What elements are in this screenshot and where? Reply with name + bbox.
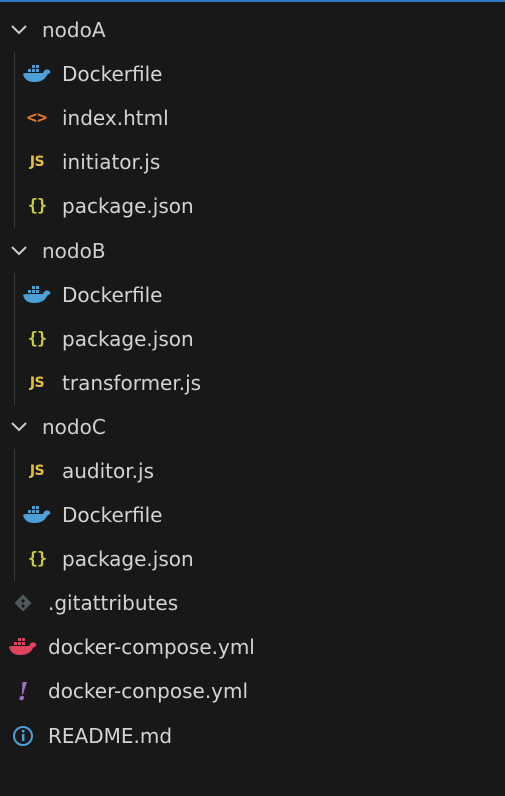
file-label: transformer.js [62, 370, 202, 395]
docker-compose-icon [8, 635, 38, 659]
file-row[interactable]: JS transformer.js [0, 360, 505, 405]
file-row[interactable]: Dockerfile [0, 52, 505, 97]
file-label: docker-conpose.yml [48, 679, 249, 704]
json-icon: {} [27, 549, 47, 570]
folder-nodoA[interactable]: nodoA [0, 8, 505, 52]
file-row[interactable]: {} package.json [0, 537, 505, 582]
yaml-icon: ! [17, 676, 29, 706]
file-row[interactable]: {} package.json [0, 316, 505, 361]
js-icon: JS [29, 462, 45, 479]
file-label: index.html [62, 106, 169, 131]
chevron-down-icon[interactable] [8, 18, 30, 42]
file-label: auditor.js [62, 458, 154, 483]
folder-label: nodoA [42, 18, 106, 43]
js-icon: JS [29, 374, 45, 391]
git-icon [8, 591, 38, 615]
info-icon [8, 724, 38, 748]
file-row[interactable]: Dockerfile [0, 272, 505, 317]
file-label: docker-compose.yml [48, 635, 255, 660]
docker-icon [22, 62, 52, 86]
json-icon: {} [27, 328, 47, 349]
folder-nodoC[interactable]: nodoC [0, 405, 505, 449]
json-icon: {} [27, 196, 47, 217]
docker-icon [22, 283, 52, 307]
folder-label: nodoB [42, 238, 106, 263]
folder-label: nodoC [42, 414, 106, 439]
folder-nodoB[interactable]: nodoB [0, 228, 505, 272]
file-label: initiator.js [62, 150, 161, 175]
file-row[interactable]: docker-compose.yml [0, 625, 505, 669]
file-row[interactable]: {} package.json [0, 184, 505, 229]
file-label: package.json [62, 194, 194, 219]
js-icon: JS [29, 154, 45, 171]
focus-border [0, 0, 505, 2]
chevron-down-icon[interactable] [8, 239, 30, 263]
file-label: .gitattributes [48, 591, 179, 616]
chevron-down-icon[interactable] [8, 415, 30, 439]
html-icon: <> [26, 108, 48, 129]
file-row[interactable]: <> index.html [0, 96, 505, 141]
docker-icon [22, 503, 52, 527]
file-explorer-tree: nodoA Dockerfile <> index.html JS initia… [0, 8, 505, 758]
file-row[interactable]: JS auditor.js [0, 448, 505, 494]
file-row[interactable]: ! docker-conpose.yml [0, 669, 505, 713]
file-label: package.json [62, 547, 194, 572]
file-row[interactable]: JS initiator.js [0, 140, 505, 185]
file-label: Dockerfile [62, 503, 163, 528]
file-label: Dockerfile [62, 282, 163, 307]
file-label: package.json [62, 326, 194, 351]
file-label: Dockerfile [62, 62, 163, 87]
file-row[interactable]: .gitattributes [0, 581, 505, 625]
file-row[interactable]: README.md [0, 714, 505, 758]
file-label: README.md [48, 723, 173, 748]
file-row[interactable]: Dockerfile [0, 493, 505, 538]
